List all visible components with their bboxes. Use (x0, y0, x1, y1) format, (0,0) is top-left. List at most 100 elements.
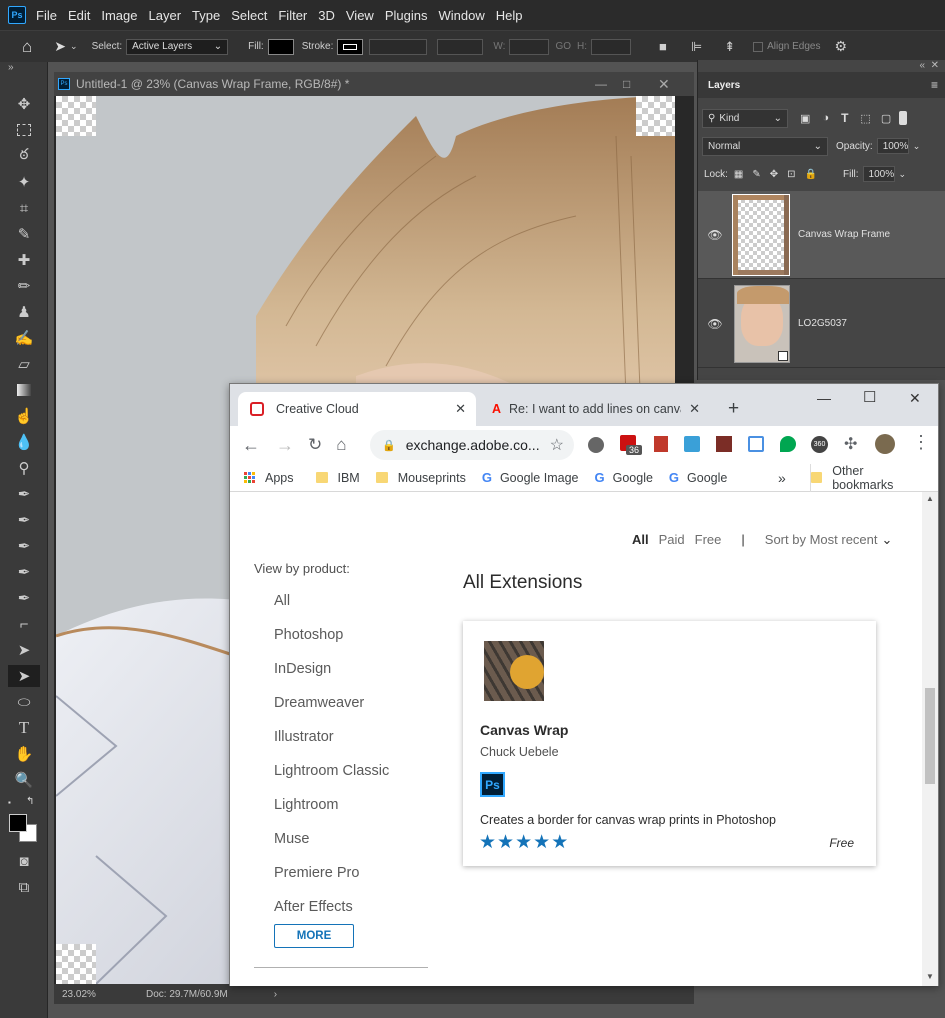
lock-all-icon[interactable]: 🔒 (805, 169, 817, 180)
extension-icon[interactable] (588, 437, 604, 453)
stroke-type-dropdown[interactable] (437, 38, 484, 55)
path-alignment-icon[interactable]: ⊫ (691, 39, 702, 55)
pen-tool-icon[interactable]: ✒ (12, 483, 36, 505)
new-tab-icon[interactable]: + (728, 398, 739, 420)
add-anchor-tool-icon[interactable]: ✒ (12, 561, 36, 583)
path-operations-icon[interactable]: ■ (659, 39, 667, 54)
menu-filter[interactable]: Filter (278, 8, 307, 23)
shape-filter-icon[interactable]: ⬚ (860, 112, 870, 125)
lock-position-icon[interactable]: ✥ (770, 169, 778, 180)
bookmark-google[interactable]: G Google (669, 470, 727, 485)
freeform-pen-tool-icon[interactable]: ✒ (12, 509, 36, 531)
gear-icon[interactable]: ⚙ (834, 38, 847, 55)
close-icon[interactable]: ✕ (909, 390, 921, 407)
kebab-menu-icon[interactable]: ⋮ (912, 432, 930, 453)
bookmark-other-bookmarks[interactable]: Other bookmarks (810, 463, 922, 492)
smart-object-filter-icon[interactable]: ▢ (881, 112, 891, 125)
menu-help[interactable]: Help (496, 8, 523, 23)
menu-plugins[interactable]: Plugins (385, 8, 428, 23)
layer-name[interactable]: LO2G5037 (798, 318, 847, 329)
menu-view[interactable]: View (346, 8, 374, 23)
layer-row[interactable]: 👁 Canvas Wrap Frame (698, 191, 945, 279)
extension-icon[interactable] (684, 436, 700, 452)
page-scrollbar[interactable]: ▲ ▼ (922, 492, 938, 986)
eye-icon[interactable]: 👁 (700, 317, 730, 331)
marquee-tool-icon[interactable] (12, 119, 36, 141)
lock-artboard-icon[interactable]: ⊡ (787, 169, 795, 180)
menu-layer[interactable]: Layer (149, 8, 182, 23)
path-arrangement-icon[interactable]: ⇞ (724, 39, 735, 55)
more-button[interactable]: MORE (274, 924, 354, 948)
brush-tool-icon[interactable]: ✏ (12, 275, 36, 297)
direct-selection-tool-icon[interactable]: ➤ (8, 665, 40, 687)
chevron-down-icon[interactable]: ⌄ (899, 169, 907, 180)
quick-mask-icon[interactable]: ◙ (12, 850, 36, 872)
chevron-right-icon[interactable]: › (274, 989, 277, 1000)
minimize-icon[interactable]: — (817, 390, 831, 406)
puzzle-icon[interactable]: ✣ (844, 434, 857, 454)
scroll-thumb[interactable] (925, 688, 935, 784)
zoom-level[interactable]: 23.02% (62, 989, 104, 1000)
screen-mode-icon[interactable]: ⧉ (12, 876, 36, 898)
path-selection-tool-icon[interactable]: ➤ (12, 639, 36, 661)
width-field[interactable] (509, 38, 550, 55)
maximize-icon[interactable]: □ (623, 77, 630, 91)
product-filter-item[interactable]: Lightroom Classic (274, 763, 389, 779)
product-filter-item[interactable]: Muse (274, 831, 309, 847)
lasso-tool-icon[interactable]: ఠ (12, 145, 36, 167)
scroll-up-icon[interactable]: ▲ (926, 494, 934, 503)
clone-stamp-tool-icon[interactable]: ♟ (12, 301, 36, 323)
close-tab-icon[interactable]: ✕ (689, 401, 700, 417)
bookmark-apps[interactable]: Apps (244, 471, 294, 485)
extension-icon[interactable]: 360 (811, 436, 828, 453)
path-selection-tool-icon[interactable]: ➤ (54, 38, 66, 55)
extension-icon[interactable] (654, 436, 668, 452)
lock-image-icon[interactable]: ✎ (752, 169, 760, 180)
tab-creative-cloud[interactable]: Creative Cloud ✕ (238, 392, 476, 426)
type-tool-icon[interactable]: T (12, 717, 36, 739)
collapse-arrows-icon[interactable]: » (8, 62, 14, 73)
reload-icon[interactable]: ↻ (308, 435, 322, 455)
product-filter-item[interactable]: Illustrator (274, 729, 334, 745)
chevron-down-icon[interactable]: ⌄ (882, 532, 893, 548)
link-icon[interactable]: GO (555, 41, 571, 52)
close-tab-icon[interactable]: ✕ (455, 401, 466, 417)
filter-toggle-icon[interactable] (899, 111, 908, 125)
layers-panel-title[interactable]: Layers (708, 80, 740, 91)
bookmarks-overflow-icon[interactable]: » (778, 470, 786, 486)
select-dropdown[interactable]: Active Layers ⌄ (126, 38, 229, 55)
eraser-tool-icon[interactable]: ▱ (12, 353, 36, 375)
home-icon[interactable]: ⌂ (22, 37, 32, 57)
healing-brush-tool-icon[interactable]: ✚ (12, 249, 36, 271)
menu-select[interactable]: Select (231, 8, 267, 23)
eyedropper-tool-icon[interactable]: ✎ (12, 223, 36, 245)
gradient-tool-icon[interactable] (12, 379, 36, 401)
chevron-down-icon[interactable]: ⌄ (70, 41, 78, 52)
kind-filter-dropdown[interactable]: ⚲ Kind ⌄ (702, 108, 788, 128)
magic-wand-tool-icon[interactable]: ✦ (12, 171, 36, 193)
product-filter-item[interactable]: Premiere Pro (274, 865, 359, 881)
curvature-pen-tool-icon[interactable]: ✒ (12, 535, 36, 557)
adjustment-filter-icon[interactable]: ◑ (822, 112, 829, 124)
bookmark-ibm[interactable]: IBM (315, 471, 360, 485)
chevron-down-icon[interactable]: ⌄ (913, 141, 921, 152)
profile-avatar[interactable] (875, 434, 895, 454)
collapse-panel-icon[interactable]: « (919, 60, 925, 71)
menu-file[interactable]: File (36, 8, 57, 23)
type-filter-icon[interactable]: T (841, 111, 848, 125)
extension-author[interactable]: Chuck Uebele (480, 745, 559, 759)
blur-tool-icon[interactable]: 💧 (12, 431, 36, 453)
move-tool-icon[interactable]: ✥ (12, 93, 36, 115)
minimize-icon[interactable]: — (595, 77, 607, 91)
close-panel-icon[interactable]: ✕ (931, 60, 939, 71)
tab-adobe-community[interactable]: A Re: I want to add lines on canvas ✕ (480, 392, 710, 426)
product-filter-item[interactable]: Lightroom (274, 797, 338, 813)
height-field[interactable] (591, 38, 631, 55)
foreground-color-swatch[interactable] (9, 814, 27, 832)
product-filter-item[interactable]: All (274, 593, 290, 609)
bookmark-google[interactable]: G Google (594, 470, 652, 485)
lock-transparent-icon[interactable]: ▦ (734, 169, 743, 180)
blend-mode-dropdown[interactable]: Normal ⌄ (702, 136, 828, 156)
fill-swatch[interactable] (267, 38, 294, 55)
stroke-swatch[interactable] (337, 38, 364, 55)
